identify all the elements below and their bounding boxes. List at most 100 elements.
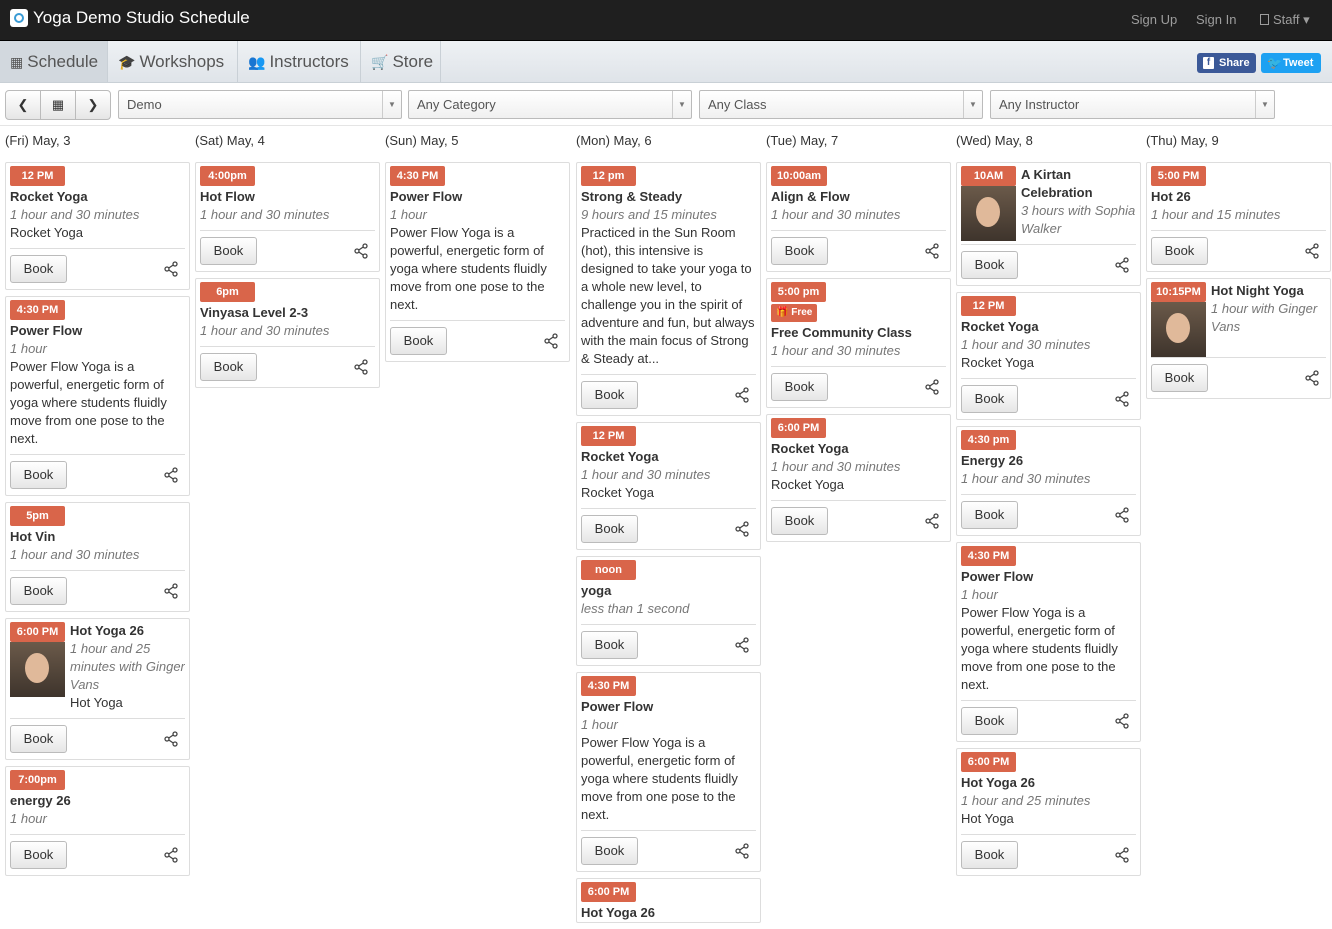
- day-header: (Mon) May, 6: [576, 133, 652, 148]
- date-picker-button[interactable]: ▦: [40, 90, 76, 120]
- class-actions: Book: [961, 244, 1136, 285]
- class-name[interactable]: Rocket Yoga: [771, 440, 946, 458]
- app-title[interactable]: Yoga Demo Studio Schedule: [33, 8, 250, 28]
- book-button[interactable]: Book: [10, 577, 67, 605]
- book-button[interactable]: Book: [581, 837, 638, 865]
- share-icon[interactable]: [924, 513, 940, 529]
- book-button[interactable]: Book: [771, 507, 828, 535]
- class-name[interactable]: Rocket Yoga: [10, 188, 185, 206]
- book-button[interactable]: Book: [10, 255, 67, 283]
- tab-instructors[interactable]: 👥 Instructors: [238, 41, 361, 82]
- class-name[interactable]: Hot Flow: [200, 188, 375, 206]
- class-duration: 1 hour and 30 minutes: [771, 343, 901, 358]
- book-button[interactable]: Book: [961, 251, 1018, 279]
- share-icon[interactable]: [1114, 847, 1130, 863]
- class-duration: 1 hour: [961, 587, 998, 602]
- next-week-button[interactable]: ❯: [75, 90, 111, 120]
- share-icon[interactable]: [353, 243, 369, 259]
- class-name[interactable]: energy 26: [10, 792, 185, 810]
- class-name[interactable]: A Kirtan Celebration: [1021, 166, 1136, 202]
- share-icon[interactable]: [1304, 243, 1320, 259]
- share-icon[interactable]: [163, 467, 179, 483]
- class-name[interactable]: Hot Yoga 26: [581, 904, 756, 922]
- share-icon[interactable]: [163, 583, 179, 599]
- book-button[interactable]: Book: [200, 237, 257, 265]
- class-name[interactable]: Rocket Yoga: [581, 448, 756, 466]
- class-name[interactable]: Vinyasa Level 2-3: [200, 304, 375, 322]
- class-name[interactable]: Power Flow: [961, 568, 1136, 586]
- tab-store[interactable]: 🛒 Store: [361, 41, 441, 82]
- category-select[interactable]: Any Category ▼: [408, 90, 692, 119]
- studio-logo-icon[interactable]: [10, 9, 28, 27]
- class-name[interactable]: Power Flow: [390, 188, 565, 206]
- staff-menu[interactable]: Staff ▾: [1260, 12, 1310, 28]
- class-name[interactable]: Hot Night Yoga: [1211, 282, 1326, 300]
- twitter-icon: 🐦: [1267, 56, 1282, 70]
- class-name[interactable]: Power Flow: [10, 322, 185, 340]
- book-button[interactable]: Book: [390, 327, 447, 355]
- share-icon[interactable]: [924, 379, 940, 395]
- book-button[interactable]: Book: [10, 461, 67, 489]
- tweet-button[interactable]: 🐦 Tweet: [1261, 53, 1321, 73]
- sign-in-link[interactable]: Sign In: [1196, 12, 1236, 27]
- instructor-photo[interactable]: [10, 642, 65, 697]
- share-icon[interactable]: [734, 637, 750, 653]
- book-button[interactable]: Book: [961, 501, 1018, 529]
- book-button[interactable]: Book: [771, 373, 828, 401]
- previous-week-button[interactable]: ❮: [5, 90, 41, 120]
- share-icon[interactable]: [734, 843, 750, 859]
- book-button[interactable]: Book: [961, 385, 1018, 413]
- class-name[interactable]: Free Community Class: [771, 324, 946, 342]
- tab-workshops[interactable]: 🎓 Workshops: [108, 41, 238, 82]
- instructor-photo[interactable]: [961, 186, 1016, 241]
- book-button[interactable]: Book: [771, 237, 828, 265]
- book-button[interactable]: Book: [1151, 364, 1208, 392]
- book-button[interactable]: Book: [581, 515, 638, 543]
- share-icon[interactable]: [1304, 370, 1320, 386]
- share-icon[interactable]: [734, 387, 750, 403]
- class-photo-block: 10AM: [961, 166, 1016, 241]
- share-icon[interactable]: [924, 243, 940, 259]
- book-button[interactable]: Book: [961, 707, 1018, 735]
- tab-schedule[interactable]: ▦ Schedule: [0, 41, 108, 82]
- share-icon[interactable]: [734, 521, 750, 537]
- class-duration: 3 hours with Sophia Walker: [1021, 203, 1136, 236]
- share-icon[interactable]: [163, 847, 179, 863]
- sign-up-link[interactable]: Sign Up: [1131, 12, 1177, 27]
- class-name[interactable]: Rocket Yoga: [961, 318, 1136, 336]
- share-icon[interactable]: [1114, 713, 1130, 729]
- share-icon[interactable]: [163, 731, 179, 747]
- class-name[interactable]: Hot Vin: [10, 528, 185, 546]
- book-button[interactable]: Book: [10, 841, 67, 869]
- class-description: Power Flow Yoga is a powerful, energetic…: [390, 225, 547, 312]
- facebook-share-button[interactable]: f Share: [1197, 53, 1256, 73]
- class-name[interactable]: Align & Flow: [771, 188, 946, 206]
- book-button[interactable]: Book: [961, 841, 1018, 869]
- location-select[interactable]: Demo ▼: [118, 90, 402, 119]
- class-name[interactable]: Energy 26: [961, 452, 1136, 470]
- class-name[interactable]: Hot Yoga 26: [961, 774, 1136, 792]
- share-icon[interactable]: [1114, 391, 1130, 407]
- book-button[interactable]: Book: [1151, 237, 1208, 265]
- class-select[interactable]: Any Class ▼: [699, 90, 983, 119]
- class-name[interactable]: Strong & Steady: [581, 188, 756, 206]
- book-button[interactable]: Book: [10, 725, 67, 753]
- share-icon[interactable]: [163, 261, 179, 277]
- class-name[interactable]: Hot 26: [1151, 188, 1326, 206]
- instructor-select[interactable]: Any Instructor ▼: [990, 90, 1275, 119]
- book-button[interactable]: Book: [581, 381, 638, 409]
- day-column: 5:00 PM Hot 26 1 hour and 15 minutes Book 10…: [1146, 162, 1331, 405]
- share-icon[interactable]: [543, 333, 559, 349]
- class-name[interactable]: Hot Yoga 26: [70, 622, 185, 640]
- book-button[interactable]: Book: [581, 631, 638, 659]
- free-label: Free: [791, 307, 813, 318]
- class-details: Hot Night Yoga 1 hour with Ginger Vans: [1211, 282, 1326, 336]
- instructor-photo[interactable]: [1151, 302, 1206, 357]
- share-icon[interactable]: [1114, 257, 1130, 273]
- share-icon[interactable]: [353, 359, 369, 375]
- class-actions: Book: [390, 320, 565, 361]
- book-button[interactable]: Book: [200, 353, 257, 381]
- share-icon[interactable]: [1114, 507, 1130, 523]
- class-name[interactable]: Power Flow: [581, 698, 756, 716]
- class-name[interactable]: yoga: [581, 582, 756, 600]
